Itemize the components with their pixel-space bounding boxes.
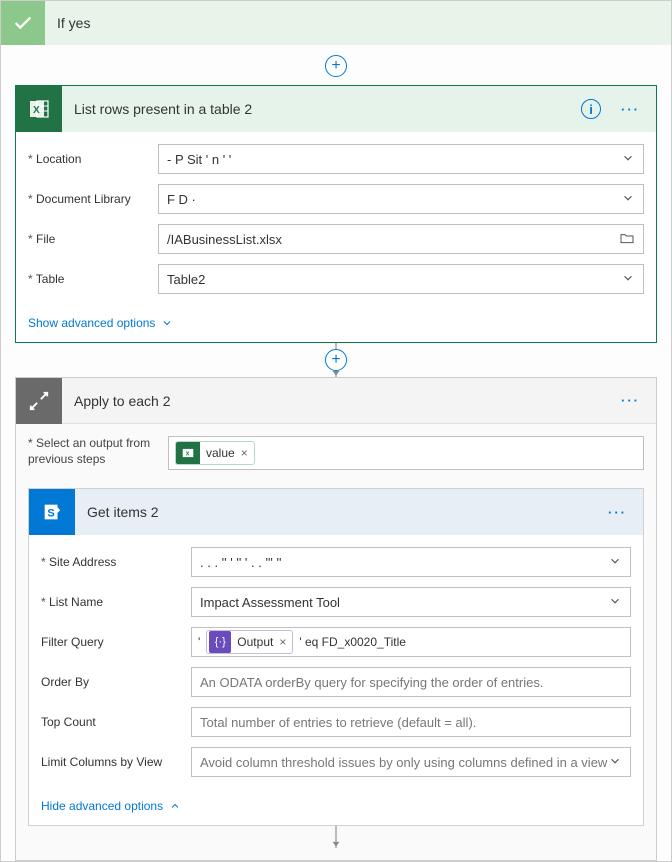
orderby-label: Order By bbox=[41, 675, 191, 689]
apply-title: Apply to each 2 bbox=[74, 393, 615, 409]
filter-input[interactable]: ' {·} Output × ' eq FD_x0020_Title bbox=[191, 627, 631, 657]
sharepoint-action-card: S Get items 2 ··· Site Address . . . '' … bbox=[28, 488, 644, 826]
limitcols-row: Limit Columns by View Avoid column thres… bbox=[41, 747, 631, 777]
value-token[interactable]: X value × bbox=[175, 441, 255, 465]
sharepoint-icon: S bbox=[29, 489, 75, 535]
svg-text:X: X bbox=[186, 451, 190, 457]
site-label: Site Address bbox=[41, 555, 191, 569]
excel-card-body: Location - P Sit ' n ' ' Document Librar… bbox=[16, 132, 656, 310]
apply-to-each-card: Apply to each 2 ··· Select an output fro… bbox=[15, 377, 657, 861]
site-select[interactable]: . . . '' ' '' ' . . ''' '' bbox=[191, 547, 631, 577]
chevron-down-icon bbox=[608, 554, 622, 571]
remove-token-icon[interactable]: × bbox=[279, 635, 286, 649]
svg-text:X: X bbox=[33, 105, 40, 116]
table-row: Table Table2 bbox=[28, 264, 644, 294]
ellipsis-menu[interactable]: ··· bbox=[615, 393, 646, 408]
folder-icon[interactable] bbox=[619, 230, 635, 249]
flow-container: If yes + X List rows present in a table … bbox=[0, 0, 672, 862]
condition-title: If yes bbox=[57, 15, 90, 31]
chevron-down-icon bbox=[161, 317, 173, 329]
ellipsis-menu[interactable]: ··· bbox=[615, 102, 646, 117]
condition-header[interactable]: If yes bbox=[1, 1, 671, 45]
excel-card-title: List rows present in a table 2 bbox=[74, 101, 581, 117]
limitcols-label: Limit Columns by View bbox=[41, 755, 191, 769]
filter-label: Filter Query bbox=[41, 635, 191, 649]
excel-icon: X bbox=[176, 441, 200, 465]
excel-action-card: X List rows present in a table 2 i ··· L… bbox=[15, 85, 657, 343]
ellipsis-menu[interactable]: ··· bbox=[602, 505, 633, 520]
hide-advanced-link[interactable]: Hide advanced options bbox=[29, 793, 193, 825]
output-token[interactable]: {·} Output × bbox=[206, 630, 293, 654]
excel-icon: X bbox=[16, 86, 62, 132]
show-advanced-link[interactable]: Show advanced options bbox=[16, 310, 185, 342]
table-select[interactable]: Table2 bbox=[158, 264, 644, 294]
apply-body: Select an output from previous steps X v… bbox=[16, 424, 656, 860]
orderby-input[interactable]: An ODATA orderBy query for specifying th… bbox=[191, 667, 631, 697]
connector-arrow: + bbox=[1, 343, 671, 377]
list-select[interactable]: Impact Assessment Tool bbox=[191, 587, 631, 617]
arrowhead-icon bbox=[329, 836, 343, 850]
apply-select-label: Select an output from previous steps bbox=[28, 436, 158, 467]
add-step-button[interactable]: + bbox=[325, 55, 347, 77]
location-row: Location - P Sit ' n ' ' bbox=[28, 144, 644, 174]
table-label: Table bbox=[28, 272, 158, 286]
sp-card-header[interactable]: S Get items 2 ··· bbox=[29, 489, 643, 535]
topcount-label: Top Count bbox=[41, 715, 191, 729]
svg-text:S: S bbox=[47, 508, 54, 520]
loop-icon bbox=[16, 378, 62, 424]
expression-icon: {·} bbox=[209, 631, 231, 653]
apply-select-input[interactable]: X value × bbox=[168, 436, 644, 470]
filter-row: Filter Query ' {·} Output × ' eq FD_x002… bbox=[41, 627, 631, 657]
location-label: Location bbox=[28, 152, 158, 166]
excel-card-header[interactable]: X List rows present in a table 2 i ··· bbox=[16, 86, 656, 132]
chevron-up-icon bbox=[169, 800, 181, 812]
remove-token-icon[interactable]: × bbox=[241, 446, 248, 460]
connector-arrow bbox=[28, 826, 644, 848]
chevron-down-icon bbox=[608, 594, 622, 611]
limitcols-select[interactable]: Avoid column threshold issues by only us… bbox=[191, 747, 631, 777]
add-step-wrap: + bbox=[1, 45, 671, 85]
chevron-down-icon bbox=[608, 754, 622, 771]
list-label: List Name bbox=[41, 595, 191, 609]
orderby-row: Order By An ODATA orderBy query for spec… bbox=[41, 667, 631, 697]
apply-header[interactable]: Apply to each 2 ··· bbox=[16, 378, 656, 424]
sp-card-body: Site Address . . . '' ' '' ' . . ''' '' … bbox=[29, 535, 643, 793]
add-step-button[interactable]: + bbox=[325, 349, 347, 371]
topcount-row: Top Count Total number of entries to ret… bbox=[41, 707, 631, 737]
file-input[interactable]: /IABusinessList.xlsx bbox=[158, 224, 644, 254]
file-label: File bbox=[28, 232, 158, 246]
doclib-label: Document Library bbox=[28, 192, 158, 206]
info-icon[interactable]: i bbox=[581, 99, 601, 119]
chevron-down-icon bbox=[621, 191, 635, 208]
chevron-down-icon bbox=[621, 271, 635, 288]
location-select[interactable]: - P Sit ' n ' ' bbox=[158, 144, 644, 174]
doclib-row: Document Library F D · bbox=[28, 184, 644, 214]
file-row: File /IABusinessList.xlsx bbox=[28, 224, 644, 254]
checkmark-icon bbox=[1, 1, 45, 45]
apply-select-row: Select an output from previous steps X v… bbox=[28, 436, 644, 470]
list-row: List Name Impact Assessment Tool bbox=[41, 587, 631, 617]
topcount-input[interactable]: Total number of entries to retrieve (def… bbox=[191, 707, 631, 737]
site-row: Site Address . . . '' ' '' ' . . ''' '' bbox=[41, 547, 631, 577]
sp-card-title: Get items 2 bbox=[87, 504, 602, 520]
chevron-down-icon bbox=[621, 151, 635, 168]
doclib-select[interactable]: F D · bbox=[158, 184, 644, 214]
